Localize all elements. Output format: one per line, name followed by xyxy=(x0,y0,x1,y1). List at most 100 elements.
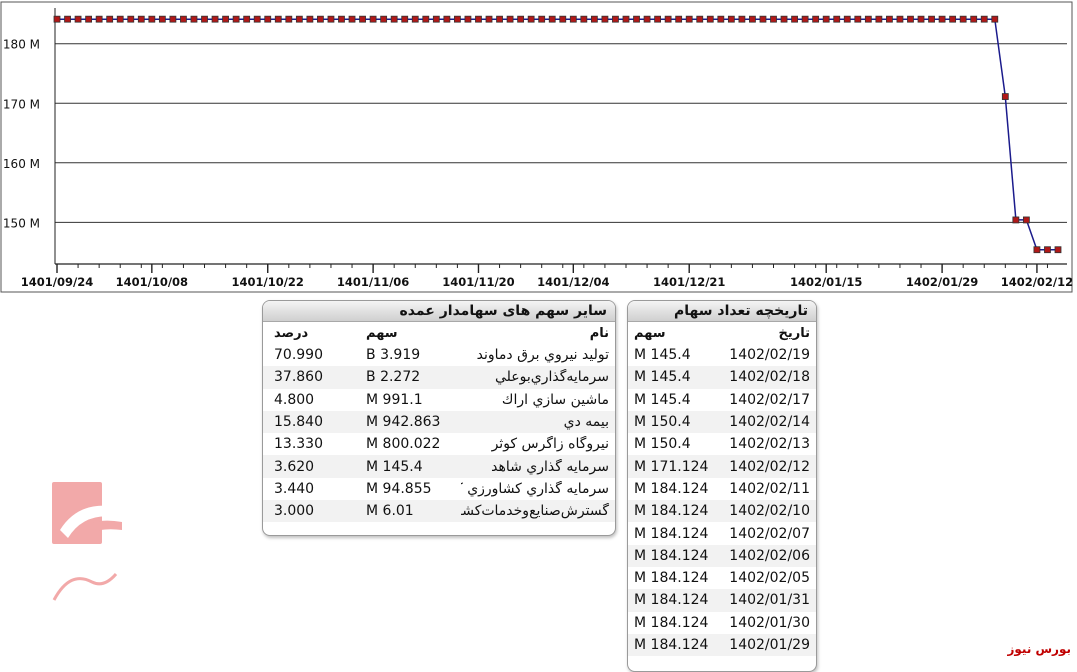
data-point xyxy=(411,15,419,23)
data-point xyxy=(622,15,630,23)
data-point xyxy=(243,15,251,23)
history-row[interactable]: 1402/02/05 184.124 M xyxy=(628,567,816,589)
data-point xyxy=(169,15,177,23)
holders-col-name: نام xyxy=(589,325,609,341)
data-point xyxy=(380,15,388,23)
history-row[interactable]: 1402/02/06 184.124 M xyxy=(628,544,816,567)
data-point xyxy=(822,15,830,23)
holder-name: توليد نيروي برق دماوند xyxy=(476,347,609,364)
history-col-shares: سهم xyxy=(634,325,666,341)
holders-header: نام سهم درصد xyxy=(263,322,615,344)
data-point xyxy=(348,15,356,23)
holder-row[interactable]: سرمايه‌گذاري‌بوعلي 2.272 B 37.860 xyxy=(263,366,615,389)
data-point xyxy=(222,15,229,23)
data-point xyxy=(696,15,704,23)
data-point xyxy=(1054,246,1062,254)
holder-share: 942.863 M xyxy=(366,414,441,431)
data-point xyxy=(1044,246,1051,254)
holder-row[interactable]: سرمايه گذاري شاهد 145.4 M 3.620 xyxy=(263,455,615,478)
holder-name: ماشين سازي اراك xyxy=(501,391,609,408)
data-point xyxy=(759,15,767,23)
share-history-panel: تاريخچه تعداد سهام تاريخ سهم 1402/02/19 1… xyxy=(627,300,817,672)
history-row[interactable]: 1402/02/18 145.4 M xyxy=(628,366,816,389)
major-shareholders-panel: ساير سهم هاى سهامدار عمده نام سهم درصد ت… xyxy=(262,300,616,536)
x-tick-label: 1401/10/22 xyxy=(232,275,304,289)
data-point xyxy=(85,15,93,23)
data-point xyxy=(274,15,282,23)
history-date: 1402/02/19 xyxy=(729,347,810,364)
history-shares: 171.124 M xyxy=(634,458,709,475)
history-row[interactable]: 1402/02/13 150.4 M xyxy=(628,433,816,455)
history-shares: 145.4 M xyxy=(634,347,691,364)
history-row[interactable]: 1402/01/29 184.124 M xyxy=(628,633,816,657)
holder-row[interactable]: توليد نيروي برق دماوند 3.919 B 70.990 xyxy=(263,344,615,366)
data-point xyxy=(327,15,335,23)
data-point xyxy=(506,15,514,23)
history-row[interactable]: 1402/02/12 171.124 M xyxy=(628,455,816,478)
history-row[interactable]: 1402/01/30 184.124 M xyxy=(628,612,816,634)
history-date: 1402/02/11 xyxy=(729,480,810,497)
data-point xyxy=(738,15,746,23)
history-row[interactable]: 1402/02/07 184.124 M xyxy=(628,522,816,544)
holder-percent: 13.330 xyxy=(274,436,323,453)
data-point xyxy=(211,15,219,23)
data-point xyxy=(675,15,683,23)
data-point xyxy=(864,15,872,23)
history-shares: 184.124 M xyxy=(634,637,709,653)
holder-share: 94.855 M xyxy=(366,480,432,497)
data-point xyxy=(580,15,588,23)
data-point xyxy=(970,15,978,23)
x-tick-label: 1401/11/06 xyxy=(337,275,409,289)
data-point xyxy=(654,15,661,23)
data-point xyxy=(285,15,293,23)
data-point xyxy=(475,15,482,23)
holder-percent: 4.800 xyxy=(274,391,315,408)
data-point xyxy=(369,15,377,23)
data-point xyxy=(317,15,324,23)
history-row[interactable]: 1402/01/31 184.124 M xyxy=(628,589,816,612)
data-point xyxy=(590,15,598,23)
data-point xyxy=(401,15,409,23)
holders-title: ساير سهم هاى سهامدار عمده xyxy=(263,301,615,322)
history-row[interactable]: 1402/02/10 184.124 M xyxy=(628,500,816,523)
data-point xyxy=(791,15,798,23)
history-shares: 184.124 M xyxy=(634,480,709,497)
history-row[interactable]: 1402/02/14 150.4 M xyxy=(628,410,816,434)
data-point xyxy=(1012,216,1020,224)
history-shares: 145.4 M xyxy=(634,391,691,408)
data-point xyxy=(453,15,461,23)
x-tick-label: 1401/12/21 xyxy=(653,275,725,289)
history-date: 1402/02/13 xyxy=(729,436,810,453)
holders-col-pct: درصد xyxy=(274,325,309,341)
data-point xyxy=(517,15,525,23)
data-point xyxy=(601,15,609,23)
holder-row[interactable]: سرمايه گذاري كشاورزي كوثر 94.855 M 3.440 xyxy=(263,478,615,500)
data-point xyxy=(443,15,451,23)
holder-row[interactable]: نيروگاه زاگرس كوثر 800.022 M 13.330 xyxy=(263,433,615,455)
holder-name: سرمايه گذاري شاهد xyxy=(491,458,609,475)
holder-percent: 3.620 xyxy=(274,458,315,475)
data-point xyxy=(432,15,440,23)
holder-row[interactable]: گسترش‌صنايع‌وخدمات‌كشاورزي 6.01 M 3.000 xyxy=(263,500,615,523)
data-point xyxy=(833,15,841,23)
history-row[interactable]: 1402/02/11 184.124 M xyxy=(628,478,816,500)
holder-percent: 15.840 xyxy=(274,414,323,431)
holder-row[interactable]: بيمه دي 942.863 M 15.840 xyxy=(263,410,615,434)
data-point xyxy=(980,15,988,23)
data-point xyxy=(232,15,240,23)
history-row[interactable]: 1402/02/17 145.4 M xyxy=(628,389,816,411)
x-tick-label: 1401/11/20 xyxy=(442,275,514,289)
y-tick-label: 150 M xyxy=(3,216,40,230)
y-tick-label: 170 M xyxy=(3,97,40,111)
holder-row[interactable]: ماشين سازي اراك 991.1 M 4.800 xyxy=(263,389,615,411)
history-row[interactable]: 1402/02/19 145.4 M xyxy=(628,344,816,366)
history-header: تاريخ سهم xyxy=(628,322,816,344)
data-point xyxy=(464,15,472,23)
data-point xyxy=(53,15,61,23)
data-point xyxy=(685,15,693,23)
data-point xyxy=(949,15,957,23)
x-tick-label: 1401/12/04 xyxy=(537,275,609,289)
x-tick-label: 1401/10/08 xyxy=(116,275,188,289)
data-point xyxy=(664,15,672,23)
history-date: 1402/01/29 xyxy=(729,637,810,653)
